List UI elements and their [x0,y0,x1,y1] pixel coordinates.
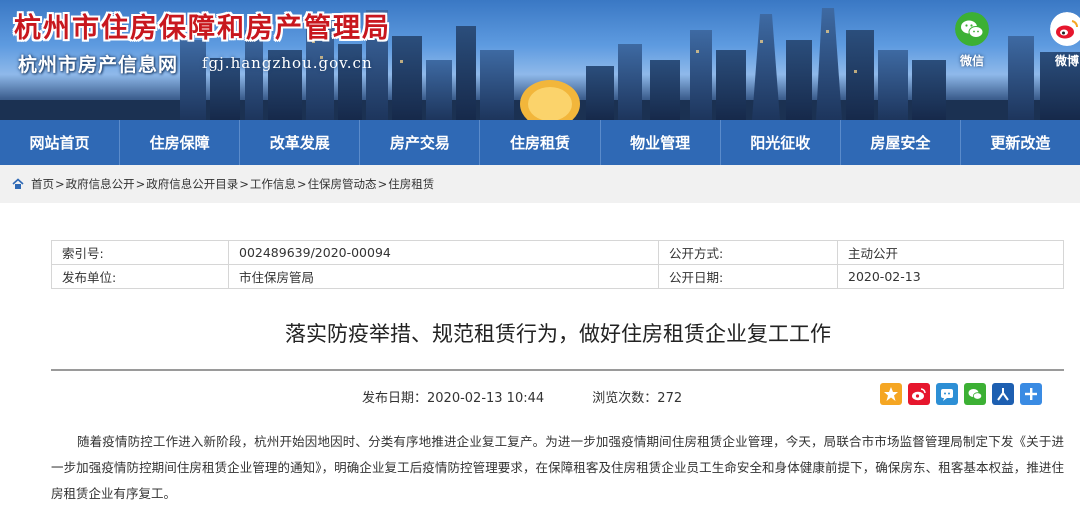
breadcrumb: 首页 > 政府信息公开 > 政府信息公开目录 > 工作信息 > 住保房管动态 >… [0,165,1080,203]
nav-housing-rental[interactable]: 住房租赁 [480,120,601,165]
disclosure-value: 主动公开 [837,240,1064,265]
article-title: 落实防疫举措、规范租赁行为，做好住房租赁企业复工工作 [285,322,831,346]
weibo-label: 微博 [1054,54,1079,68]
wechat-share-icon[interactable] [964,383,986,405]
weibo-link[interactable]: 微博 [1050,12,1080,69]
nav-housing-security[interactable]: 住房保障 [120,120,241,165]
index-label: 索引号: [51,240,229,265]
view-count: 浏览次数：272 [592,391,683,406]
date-label: 公开日期: [658,264,838,289]
wechat-link[interactable]: 微信 [955,12,989,69]
document-meta-table: 索引号: 002489639/2020-00094 公开方式: 主动公开 发布单… [51,240,1064,289]
breadcrumb-housing-rental[interactable]: 住房租赁 [388,176,434,192]
nav-home[interactable]: 网站首页 [0,120,121,165]
breadcrumb-separator: > [377,177,388,191]
nav-property-management[interactable]: 物业管理 [601,120,721,165]
nav-housing-safety[interactable]: 房屋安全 [841,120,961,165]
unit-value: 市住保房管局 [228,264,659,289]
home-icon [12,178,24,189]
breadcrumb-separator: > [55,177,65,191]
wechat-label: 微信 [959,54,984,68]
table-row: 索引号: 002489639/2020-00094 公开方式: 主动公开 [51,240,1064,265]
breadcrumb-home[interactable]: 首页 [31,176,54,192]
site-subtitle: 杭州市房产信息网 [18,54,179,76]
nav-reform[interactable]: 改革发展 [240,120,361,165]
unit-label: 发布单位: [51,264,229,289]
more-share-icon[interactable] [1020,383,1042,405]
nav-expropriation[interactable]: 阳光征收 [721,120,841,165]
tencent-weibo-share-icon[interactable] [936,383,958,405]
index-value: 002489639/2020-00094 [228,240,659,265]
publish-info: 发布日期：2020-02-13 10:44 浏览次数：272 [362,387,726,406]
publish-date: 发布日期：2020-02-13 10:44 [362,391,545,406]
title-divider [51,369,1064,371]
table-row: 发布单位: 市住保房管局 公开日期: 2020-02-13 [51,264,1064,289]
breadcrumb-bureau-news[interactable]: 住保房管动态 [308,176,377,192]
breadcrumb-separator: > [135,177,146,191]
date-value: 2020-02-13 [837,264,1064,289]
breadcrumb-work-info[interactable]: 工作信息 [250,176,296,192]
breadcrumb-gov-info-catalog[interactable]: 政府信息公开目录 [146,176,238,192]
breadcrumb-gov-info[interactable]: 政府信息公开 [66,176,135,192]
disclosure-label: 公开方式: [658,240,838,265]
main-nav: 网站首页 住房保障 改革发展 房产交易 住房租赁 物业管理 阳光征收 房屋安全 … [0,120,1080,165]
renren-share-icon[interactable] [992,383,1014,405]
breadcrumb-separator: > [239,177,249,191]
weibo-share-icon[interactable] [908,383,930,405]
weibo-icon [1050,12,1080,46]
nav-property-trading[interactable]: 房产交易 [360,120,481,165]
nav-urban-renewal[interactable]: 更新改造 [961,120,1080,165]
header-banner: 杭州市住房保障和房产管理局 杭州市房产信息网 fgj.hangzhou.gov.… [0,0,1080,120]
wechat-icon [955,12,989,46]
qzone-share-icon[interactable] [880,383,902,405]
site-title: 杭州市住房保障和房产管理局 [14,13,391,44]
share-bar [880,383,1042,405]
breadcrumb-separator: > [296,177,307,191]
article-body: 随着疫情防控工作进入新阶段，杭州开始因地因时、分类有序地推进企业复工复产。为进一… [51,434,1064,501]
site-url[interactable]: fgj.hangzhou.gov.cn [202,54,373,72]
